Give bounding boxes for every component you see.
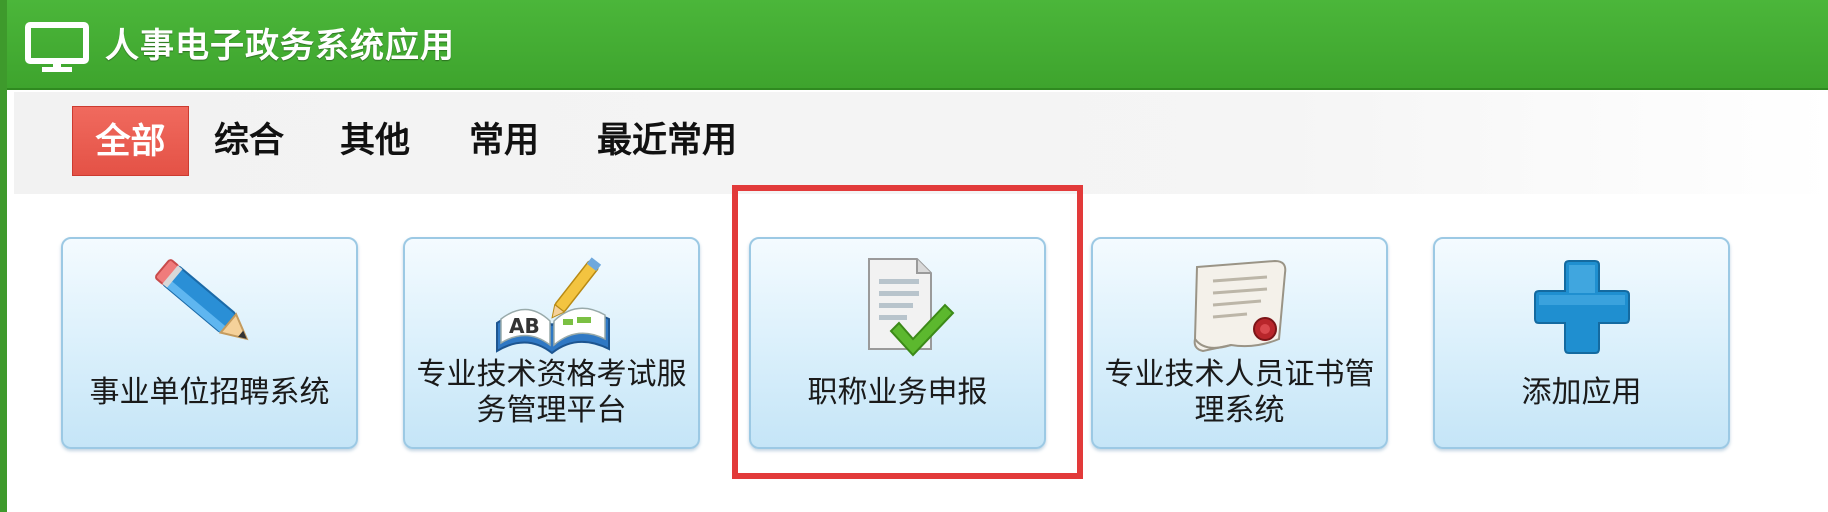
app-label: 添加应用 (1521, 375, 1642, 410)
category-tabs: 全部 综合 其他 常用 最近常用 (14, 92, 1828, 194)
app-tile-certificate-system[interactable]: 专业技术人员证书管理系统 (1091, 237, 1388, 449)
app-tile-exam-platform[interactable]: AB 专业技术资格考试服务管理平台 (403, 237, 700, 449)
pencil-icon (154, 259, 248, 341)
app-tile-add-app[interactable]: 添加应用 (1433, 237, 1730, 449)
tab-frequent[interactable]: 常用 (459, 106, 549, 176)
document-check-icon (867, 258, 954, 357)
app-label: 专业技术人员证书管理系统 (1104, 357, 1375, 428)
app-tile-title-application[interactable]: 职称业务申报 (749, 237, 1046, 449)
tab-recent-frequent[interactable]: 最近常用 (587, 106, 747, 176)
window-title: 人事电子政务系统应用 (105, 26, 455, 66)
title-bar: 人事电子政务系统应用 (7, 0, 1828, 90)
tab-general[interactable]: 综合 (204, 106, 294, 176)
app-label: 职称业务申报 (807, 375, 988, 410)
app-label: 专业技术资格考试服务管理平台 (416, 357, 687, 428)
monitor-icon (25, 22, 89, 72)
book-pen-icon: AB (495, 257, 610, 355)
tab-other[interactable]: 其他 (330, 106, 420, 176)
svg-text:AB: AB (509, 314, 540, 338)
app-window: 人事电子政务系统应用 全部 综合 其他 常用 最近常用 事业单位招聘系统 AB (0, 0, 1828, 512)
app-tile-recruitment[interactable]: 事业单位招聘系统 (61, 237, 358, 449)
app-label: 事业单位招聘系统 (89, 375, 330, 410)
tab-all[interactable]: 全部 (72, 106, 189, 176)
plus-icon (1533, 260, 1630, 354)
certificate-icon (1193, 259, 1286, 353)
